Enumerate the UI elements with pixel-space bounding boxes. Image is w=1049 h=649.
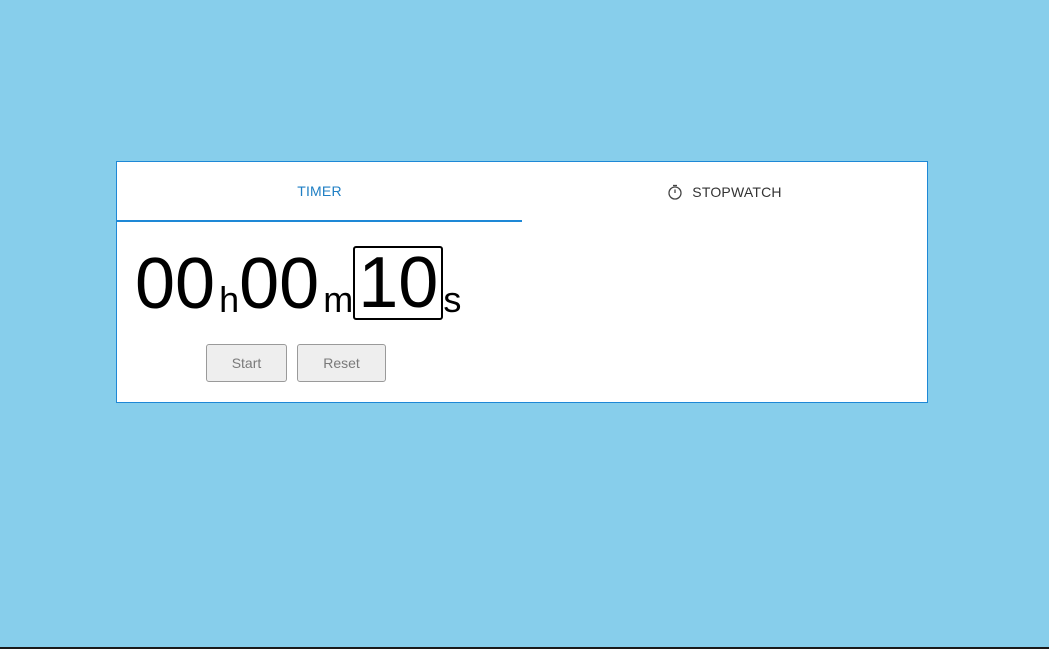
seconds-unit: s xyxy=(443,279,462,320)
start-button[interactable]: Start xyxy=(206,344,287,382)
stopwatch-icon xyxy=(667,184,683,200)
tab-stopwatch[interactable]: STOPWATCH xyxy=(522,162,927,222)
minutes-unit: m xyxy=(323,279,354,320)
timer-card: TIMER STOPWATCH 00 h 00 m 10 s Start Res… xyxy=(116,161,928,403)
tab-stopwatch-label: STOPWATCH xyxy=(692,184,782,200)
tab-bar: TIMER STOPWATCH xyxy=(117,162,927,222)
minutes-value[interactable]: 00 xyxy=(239,248,319,320)
hours-value[interactable]: 00 xyxy=(135,248,215,320)
tab-timer-label: TIMER xyxy=(297,183,342,199)
timer-display: 00 h 00 m 10 s xyxy=(135,246,461,320)
tab-timer[interactable]: TIMER xyxy=(117,162,522,222)
seconds-value[interactable]: 10 xyxy=(353,246,444,320)
reset-button[interactable]: Reset xyxy=(297,344,386,382)
hours-unit: h xyxy=(219,279,240,320)
